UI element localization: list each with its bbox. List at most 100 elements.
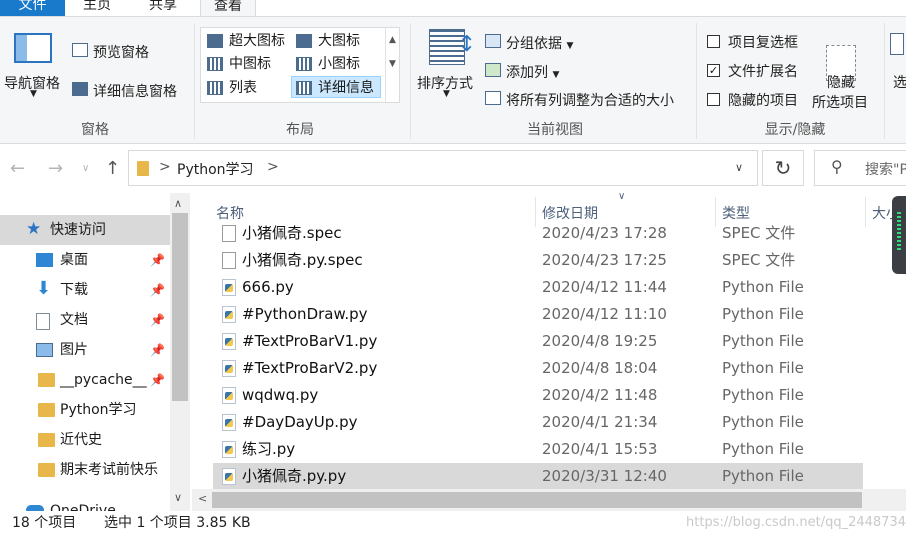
file-name: wqdwq.py bbox=[242, 386, 319, 404]
file-type: Python File bbox=[722, 386, 804, 404]
layout-extra-large-icons[interactable]: 超大图标 bbox=[203, 30, 285, 52]
hide-selected-line1[interactable]: 隐藏 bbox=[827, 72, 855, 92]
breadcrumb-separator[interactable]: > bbox=[267, 159, 279, 175]
file-type: Python File bbox=[722, 413, 804, 431]
layout-small-icons[interactable]: 小图标 bbox=[292, 53, 360, 75]
small-icons-icon bbox=[296, 57, 312, 71]
layout-list[interactable]: 列表 bbox=[203, 77, 257, 99]
pin-icon[interactable]: 📌 bbox=[150, 245, 165, 275]
file-row[interactable]: #DayDayUp.py 2020/4/1 21:34 Python File bbox=[213, 409, 863, 436]
navigation-pane: ★ 快速访问 桌面 📌 ⬇ 下载 📌 文档 📌 图片 📌 __pycache__… bbox=[0, 193, 192, 511]
pin-icon[interactable]: 📌 bbox=[150, 365, 165, 395]
nav-item-pictures[interactable]: 图片 📌 bbox=[0, 335, 170, 365]
breadcrumb-folder[interactable]: Python学习 bbox=[177, 159, 254, 179]
pin-icon[interactable]: 📌 bbox=[150, 275, 165, 305]
file-row[interactable]: wqdwq.py 2020/4/2 11:48 Python File bbox=[213, 382, 863, 409]
gallery-scrollbar[interactable]: ▲ ▼ bbox=[385, 28, 399, 102]
file-extensions-checkbox[interactable]: ✓ bbox=[707, 64, 720, 77]
ribbon-tabs: 文件 主页 共享 查看 bbox=[0, 0, 906, 16]
size-all-columns-button[interactable]: 将所有列调整为合适的大小 bbox=[506, 90, 674, 110]
hidden-items-checkbox[interactable] bbox=[707, 93, 720, 106]
file-row[interactable]: 练习.py 2020/4/1 15:53 Python File bbox=[213, 436, 863, 463]
details-pane-button[interactable]: 详细信息窗格 bbox=[93, 81, 177, 101]
file-row[interactable]: 小猪佩奇.py.spec 2020/4/23 17:25 SPEC 文件 bbox=[213, 247, 863, 274]
forward-arrow-icon[interactable]: → bbox=[48, 158, 63, 179]
item-checkboxes-checkbox[interactable] bbox=[707, 35, 720, 48]
scroll-down-icon[interactable]: ∨ bbox=[174, 491, 182, 504]
nav-item-downloads[interactable]: ⬇ 下载 📌 bbox=[0, 275, 170, 305]
file-date: 2020/4/8 19:25 bbox=[542, 332, 658, 350]
options-button[interactable]: 选 bbox=[893, 72, 906, 92]
preview-pane-icon bbox=[72, 43, 88, 57]
file-row[interactable]: #PythonDraw.py 2020/4/12 11:10 Python File bbox=[213, 301, 863, 328]
scroll-up-icon[interactable]: ∧ bbox=[174, 197, 182, 210]
file-type: Python File bbox=[722, 440, 804, 458]
recent-locations-chevron-icon[interactable]: ∨ bbox=[82, 163, 89, 174]
file-row[interactable]: 666.py 2020/4/12 11:44 Python File bbox=[213, 274, 863, 301]
nav-item-quick-access[interactable]: ★ 快速访问 bbox=[0, 215, 170, 245]
file-date: 2020/4/12 11:10 bbox=[542, 305, 667, 323]
file-date: 2020/4/8 18:04 bbox=[542, 359, 658, 377]
nav-item-label: 近代史 bbox=[60, 432, 102, 448]
nav-item-final-exam[interactable]: 期末考试前快乐 bbox=[0, 455, 170, 485]
file-type: Python File bbox=[722, 278, 804, 296]
scrollbar-thumb[interactable] bbox=[172, 213, 188, 401]
preview-pane-button[interactable]: 预览窗格 bbox=[93, 42, 149, 62]
address-dropdown-icon[interactable]: ∨ bbox=[735, 161, 743, 174]
layout-large-icons[interactable]: 大图标 bbox=[292, 30, 360, 52]
up-arrow-icon[interactable]: ↑ bbox=[105, 158, 120, 179]
file-row[interactable]: 小猪佩奇.spec 2020/4/23 17:28 SPEC 文件 bbox=[213, 220, 863, 247]
sort-icon[interactable] bbox=[429, 29, 476, 65]
add-columns-button[interactable]: 添加列 ▼ bbox=[506, 62, 559, 82]
nav-item-python-study[interactable]: Python学习 bbox=[0, 395, 170, 425]
ribbon-separator bbox=[194, 23, 195, 139]
download-icon: ⬇ bbox=[36, 278, 52, 299]
tab-file[interactable]: 文件 bbox=[0, 0, 65, 16]
pin-icon[interactable]: 📌 bbox=[150, 305, 165, 335]
nav-item-label: 期末考试前快乐 bbox=[60, 462, 158, 478]
search-input[interactable]: ⚲ 搜索"P bbox=[814, 150, 906, 186]
breadcrumb-separator[interactable]: > bbox=[159, 159, 171, 175]
nav-pane-scrollbar[interactable]: ∧ ∨ bbox=[170, 193, 190, 511]
desktop-icon bbox=[36, 253, 53, 267]
file-row[interactable]: 小猪佩奇.py.py 2020/3/31 12:40 Python File bbox=[213, 463, 863, 490]
nav-item-modern-history[interactable]: 近代史 bbox=[0, 425, 170, 455]
back-arrow-icon[interactable]: ← bbox=[10, 158, 25, 179]
file-name: #DayDayUp.py bbox=[242, 413, 358, 431]
scroll-left-icon[interactable]: < bbox=[198, 492, 207, 505]
medium-icons-icon bbox=[207, 57, 223, 71]
group-by-button[interactable]: 分组依据 ▼ bbox=[506, 33, 573, 53]
nav-item-label: 桌面 bbox=[60, 252, 88, 268]
nav-item-desktop[interactable]: 桌面 📌 bbox=[0, 245, 170, 275]
chevron-down-icon: ▼ bbox=[566, 41, 574, 51]
search-icon: ⚲ bbox=[831, 157, 843, 176]
layout-details[interactable]: 详细信息 bbox=[291, 76, 381, 98]
nav-item-documents[interactable]: 文档 📌 bbox=[0, 305, 170, 335]
horizontal-scrollbar[interactable]: < bbox=[192, 489, 906, 511]
nav-item-onedrive[interactable]: OneDrive bbox=[0, 496, 170, 511]
star-icon: ★ bbox=[26, 219, 42, 239]
layout-medium-icons[interactable]: 中图标 bbox=[203, 53, 271, 75]
options-icon[interactable] bbox=[890, 33, 904, 55]
tab-home[interactable]: 主页 bbox=[65, 0, 129, 16]
side-widget[interactable] bbox=[892, 196, 906, 274]
address-box[interactable]: > Python学习 > ∨ bbox=[128, 150, 758, 186]
refresh-button[interactable]: ↻ bbox=[762, 150, 804, 186]
tab-view[interactable]: 查看 bbox=[200, 0, 256, 16]
ribbon-separator bbox=[884, 23, 885, 139]
navigation-pane-icon[interactable] bbox=[14, 33, 52, 63]
tab-share[interactable]: 共享 bbox=[129, 0, 197, 16]
column-divider[interactable] bbox=[865, 197, 866, 227]
file-row[interactable]: #TextProBarV2.py 2020/4/8 18:04 Python Fil… bbox=[213, 355, 863, 382]
pin-icon[interactable]: 📌 bbox=[150, 335, 165, 365]
nav-item-pycache[interactable]: __pycache__ 📌 bbox=[0, 365, 170, 395]
file-name: 小猪佩奇.spec bbox=[242, 224, 342, 242]
file-row[interactable]: #TextProBarV1.py 2020/4/8 19:25 Python Fil… bbox=[213, 328, 863, 355]
refresh-icon: ↻ bbox=[774, 156, 792, 180]
nav-item-label: 下载 bbox=[60, 282, 88, 298]
hide-selected-line2[interactable]: 所选项目 bbox=[812, 92, 868, 112]
nav-item-label: Python学习 bbox=[60, 402, 137, 418]
python-file-icon bbox=[222, 441, 236, 458]
python-file-icon bbox=[222, 360, 236, 377]
scrollbar-thumb[interactable] bbox=[212, 492, 862, 508]
